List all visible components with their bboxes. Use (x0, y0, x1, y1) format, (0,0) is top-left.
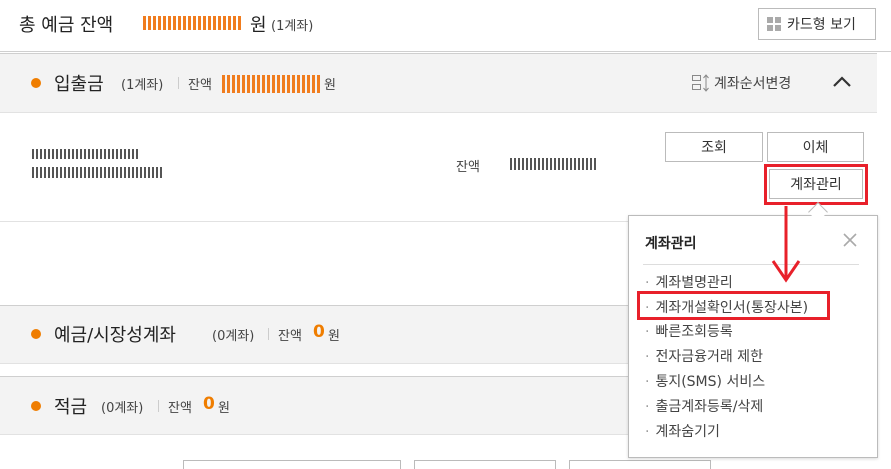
deposit-balance-label: 잔액 (188, 78, 212, 93)
account-order-change-button[interactable]: 계좌순서변경 (692, 73, 791, 93)
menu-item-hide-account[interactable]: · 계좌숨기기 (645, 421, 720, 441)
transfer-button[interactable]: 이체 (767, 132, 864, 162)
menu-item-account-nickname[interactable]: · 계좌별명관리 (645, 272, 733, 292)
deposit-balance-masked (222, 75, 320, 93)
savings-section-title: 예금/시장성계좌 (54, 325, 176, 346)
installment-bullet-icon (31, 401, 41, 411)
account-order-change-label: 계좌순서변경 (714, 76, 792, 92)
bottom-tab[interactable] (569, 460, 711, 469)
chevron-up-icon[interactable] (833, 76, 851, 88)
menu-item-quick-inquiry[interactable]: · 빠른조회등록 (645, 321, 733, 341)
savings-balance-value: 0 (313, 322, 325, 342)
savings-section-count: (0계좌) (212, 329, 255, 344)
close-icon[interactable] (842, 232, 858, 248)
bottom-tab[interactable] (414, 460, 556, 469)
grid-icon (767, 17, 781, 31)
bottom-tab[interactable] (183, 460, 401, 469)
menu-item-withdrawal-account[interactable]: · 출금계좌등록/삭제 (645, 396, 763, 416)
installment-balance-label: 잔액 (168, 401, 192, 416)
menu-item-e-banking-limit[interactable]: · 전자금융거래 제한 (645, 346, 763, 366)
total-balance-label: 총 예금 잔액 (19, 15, 114, 36)
popup-divider (643, 264, 859, 265)
savings-balance-label: 잔액 (278, 329, 302, 344)
savings-bullet-icon (31, 329, 41, 339)
account-name-masked (32, 167, 164, 178)
deposit-section-count: (1계좌) (121, 78, 164, 93)
divider (268, 328, 269, 340)
total-balance-unit: 원 (250, 15, 267, 36)
highlight-box (637, 291, 830, 320)
deposit-balance-unit: 원 (324, 78, 336, 93)
installment-balance-value: 0 (203, 394, 215, 414)
account-number-masked (32, 149, 140, 159)
installment-balance-unit: 원 (218, 401, 230, 416)
reorder-icon (692, 74, 709, 92)
card-view-button[interactable]: 카드형 보기 (758, 8, 876, 40)
card-view-label: 카드형 보기 (787, 17, 856, 33)
annotation-arrow-icon (771, 206, 801, 283)
popup-title: 계좌관리 (645, 236, 697, 252)
account-balance-label: 잔액 (456, 160, 480, 175)
divider (178, 77, 179, 89)
menu-item-sms-service[interactable]: · 통지(SMS) 서비스 (645, 371, 765, 391)
inquiry-button[interactable]: 조회 (665, 132, 763, 162)
deposit-bullet-icon (31, 78, 41, 88)
total-account-count: (1계좌) (271, 19, 314, 34)
total-balance-masked (143, 16, 243, 30)
savings-balance-unit: 원 (328, 329, 340, 344)
account-balance-masked (510, 158, 596, 170)
deposit-section-title: 입출금 (54, 74, 104, 95)
highlight-box (764, 164, 868, 205)
divider (158, 400, 159, 412)
installment-section-title: 적금 (54, 397, 88, 418)
installment-section-count: (0계좌) (101, 401, 144, 416)
